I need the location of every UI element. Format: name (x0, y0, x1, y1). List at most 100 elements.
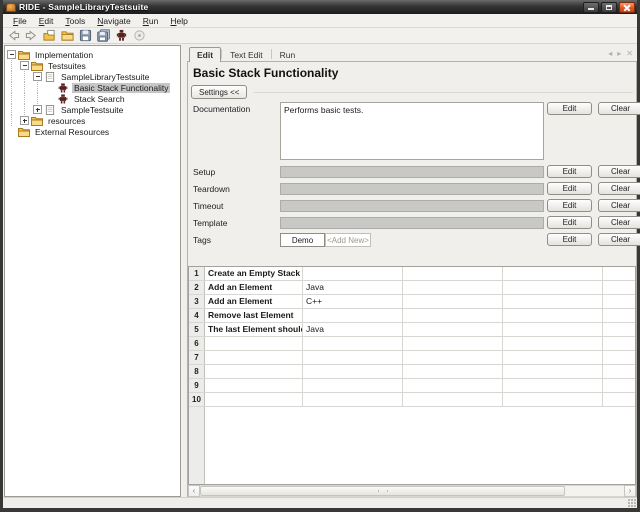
grid-cell[interactable] (205, 393, 303, 406)
tree-item-6[interactable]: resources (5, 115, 180, 126)
resize-grip[interactable] (628, 499, 636, 507)
row-number[interactable]: 8 (189, 365, 205, 378)
minimize-button[interactable] (583, 2, 599, 13)
collapse-icon[interactable] (33, 72, 42, 81)
row-number[interactable]: 7 (189, 351, 205, 364)
row-number[interactable]: 10 (189, 393, 205, 406)
tab-text-edit[interactable]: Text Edit (222, 47, 271, 62)
grid-cell[interactable] (403, 267, 503, 280)
grid-cell[interactable]: Java (303, 281, 403, 294)
grid-cell[interactable] (503, 393, 603, 406)
template-field[interactable] (280, 217, 544, 229)
grid-cell[interactable] (205, 365, 303, 378)
grid-cell[interactable] (303, 393, 403, 406)
scroll-thumb[interactable] (200, 486, 565, 496)
grid-cell[interactable] (603, 281, 635, 294)
grid-cell[interactable] (503, 323, 603, 336)
grid-cell[interactable] (503, 295, 603, 308)
grid-cell[interactable] (603, 295, 635, 308)
grid-cell[interactable] (603, 267, 635, 280)
go-forward-icon[interactable] (24, 29, 39, 43)
row-number[interactable]: 9 (189, 379, 205, 392)
tree-item-0[interactable]: Implementation (5, 49, 180, 60)
grid-cell[interactable]: Add an Element (205, 295, 303, 308)
tree-item-1[interactable]: Testsuites (5, 60, 180, 71)
menu-item-navigate[interactable]: Navigate (91, 15, 137, 27)
grid-cell[interactable] (503, 309, 603, 322)
open-suite-icon[interactable] (42, 29, 57, 43)
edit-timeout-button[interactable]: Edit (547, 199, 592, 212)
collapse-icon[interactable] (20, 61, 29, 70)
grid-cell[interactable] (303, 365, 403, 378)
edit-teardown-button[interactable]: Edit (547, 182, 592, 195)
grid-cell[interactable] (603, 323, 635, 336)
grid-cell[interactable] (303, 309, 403, 322)
menu-item-edit[interactable]: Edit (33, 15, 60, 27)
scroll-track[interactable] (200, 485, 624, 497)
go-back-icon[interactable] (6, 29, 21, 43)
maximize-button[interactable] (601, 2, 617, 13)
prev-tab-icon[interactable]: ◂ (608, 50, 612, 58)
close-button[interactable] (619, 2, 635, 13)
ride-robot-icon[interactable] (114, 29, 129, 43)
tab-run[interactable]: Run (272, 47, 304, 62)
expand-icon[interactable] (20, 116, 29, 125)
clear-timeout-button[interactable]: Clear (598, 199, 640, 212)
grid-cell[interactable] (603, 337, 635, 350)
grid-cell[interactable] (603, 309, 635, 322)
grid-cell[interactable]: Create an Empty Stack (205, 267, 303, 280)
grid-cell[interactable] (403, 323, 503, 336)
grid-cell[interactable] (205, 337, 303, 350)
open-directory-icon[interactable] (60, 29, 75, 43)
grid-cell[interactable] (303, 379, 403, 392)
tab-edit[interactable]: Edit (189, 47, 221, 62)
scroll-right-button[interactable]: › (624, 485, 636, 497)
grid-cell[interactable] (503, 337, 603, 350)
row-number[interactable]: 2 (189, 281, 205, 294)
save-all-icon[interactable] (96, 29, 111, 43)
menu-item-file[interactable]: File (7, 15, 33, 27)
grid-cell[interactable] (403, 337, 503, 350)
timeout-field[interactable] (280, 200, 544, 212)
tree-item-3[interactable]: Basic Stack Functionality (5, 82, 180, 93)
grid-cell[interactable] (403, 365, 503, 378)
settings-toggle-button[interactable]: Settings << (191, 85, 247, 99)
grid-cell[interactable] (403, 393, 503, 406)
clear-documentation-button[interactable]: Clear (598, 102, 640, 115)
grid-cell[interactable]: Remove last Element (205, 309, 303, 322)
documentation-field[interactable]: Performs basic tests. (280, 102, 544, 160)
row-number[interactable]: 3 (189, 295, 205, 308)
scroll-left-button[interactable]: ‹ (188, 485, 200, 497)
add-tag-button[interactable]: <Add New> (325, 233, 371, 247)
row-number[interactable]: 4 (189, 309, 205, 322)
clear-teardown-button[interactable]: Clear (598, 182, 640, 195)
grid-cell[interactable] (603, 351, 635, 364)
grid-cell[interactable] (603, 379, 635, 392)
clear-tags-button[interactable]: Clear (598, 233, 640, 246)
edit-setup-button[interactable]: Edit (547, 165, 592, 178)
row-number[interactable]: 1 (189, 267, 205, 280)
report-icon[interactable] (132, 29, 147, 43)
setup-field[interactable] (280, 166, 544, 178)
grid-cell[interactable] (403, 379, 503, 392)
clear-template-button[interactable]: Clear (598, 216, 640, 229)
grid-cell[interactable]: The last Element should be (205, 323, 303, 336)
menu-item-tools[interactable]: Tools (59, 15, 91, 27)
grid-cell[interactable] (303, 337, 403, 350)
tag-chip[interactable]: Demo (280, 233, 325, 247)
grid-cell[interactable] (205, 379, 303, 392)
grid-cell[interactable] (403, 351, 503, 364)
grid-cell[interactable] (205, 351, 303, 364)
grid-cell[interactable] (503, 365, 603, 378)
grid-cell[interactable] (603, 365, 635, 378)
next-tab-icon[interactable]: ▸ (617, 50, 621, 58)
edit-tags-button[interactable]: Edit (547, 233, 592, 246)
grid-cell[interactable] (403, 309, 503, 322)
save-icon[interactable] (78, 29, 93, 43)
clear-setup-button[interactable]: Clear (598, 165, 640, 178)
grid-cell[interactable]: Java (303, 323, 403, 336)
grid-cell[interactable] (303, 351, 403, 364)
grid-cell[interactable] (503, 379, 603, 392)
grid-cell[interactable]: Add an Element (205, 281, 303, 294)
grid-cell[interactable]: C++ (303, 295, 403, 308)
